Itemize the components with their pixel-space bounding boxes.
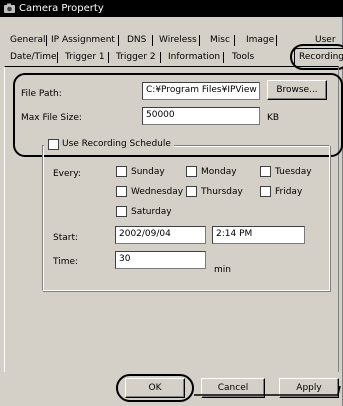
max-file-size-label: Max File Size: (21, 113, 82, 123)
tab-separator (108, 52, 109, 63)
start-time-field[interactable]: 2:14 PM (212, 226, 305, 244)
tab-separator (276, 35, 277, 46)
tab-dns[interactable]: DNS (123, 33, 150, 49)
saturday-checkbox[interactable] (116, 206, 127, 217)
tab-trigger-2[interactable]: Trigger 2 (112, 50, 160, 66)
wednesday-label: Wednesday (131, 187, 184, 197)
time-label: Time: (53, 257, 79, 267)
start-date-field[interactable]: 2002/09/04 (115, 226, 206, 244)
camera-property-window: Camera Property General IP Assignment DN… (0, 0, 343, 406)
thursday-label: Thursday (201, 187, 243, 197)
tab-date-time[interactable]: Date/Time (6, 50, 61, 66)
max-file-size-field[interactable]: 50000 (142, 107, 260, 125)
time-field[interactable]: 30 (115, 251, 206, 269)
tab-recording[interactable]: Recording (294, 48, 343, 67)
tab-information[interactable]: Information (164, 50, 224, 66)
friday-checkbox[interactable] (260, 186, 271, 197)
time-unit: min (214, 265, 231, 275)
tab-separator (152, 35, 153, 46)
tab-wireless[interactable]: Wireless (155, 33, 201, 49)
every-label: Every: (53, 169, 81, 179)
tab-separator (57, 52, 58, 63)
tab-separator (223, 52, 224, 63)
tuesday-label: Tuesday (275, 167, 312, 177)
browse-button[interactable]: Browse... (267, 80, 327, 100)
tab-tools[interactable]: Tools (228, 50, 258, 66)
monday-label: Monday (201, 167, 237, 177)
max-file-size-unit: KB (267, 113, 280, 123)
title-bar: Camera Property (0, 0, 343, 17)
tab-separator (234, 35, 235, 46)
start-label: Start: (53, 233, 79, 243)
tab-image[interactable]: Image (242, 33, 278, 49)
callout-leader-line (194, 385, 341, 396)
friday-label: Friday (275, 187, 303, 197)
wednesday-checkbox[interactable] (116, 186, 127, 197)
tab-separator (118, 35, 119, 46)
thursday-checkbox[interactable] (186, 186, 197, 197)
tuesday-checkbox[interactable] (260, 166, 271, 177)
use-recording-schedule-label: Use Recording Schedule (62, 139, 171, 149)
sunday-checkbox[interactable] (116, 166, 127, 177)
tab-misc[interactable]: Misc (206, 33, 234, 49)
use-recording-schedule-checkbox[interactable] (48, 139, 59, 150)
tab-user[interactable]: User (311, 33, 340, 49)
tab-separator (160, 52, 161, 63)
tab-trigger-1[interactable]: Trigger 1 (61, 50, 109, 66)
tab-separator (199, 35, 200, 46)
camera-icon (4, 3, 15, 13)
ok-button[interactable]: OK (125, 378, 185, 398)
file-path-label: File Path: (21, 89, 62, 99)
tab-ip-assignment[interactable]: IP Assignment (47, 33, 119, 49)
sunday-label: Sunday (131, 167, 165, 177)
file-path-field[interactable]: C:¥Program Files¥IPView (142, 82, 260, 100)
window-title: Camera Property (19, 3, 104, 14)
tab-general[interactable]: General (6, 33, 49, 49)
saturday-label: Saturday (131, 207, 172, 217)
monday-checkbox[interactable] (186, 166, 197, 177)
